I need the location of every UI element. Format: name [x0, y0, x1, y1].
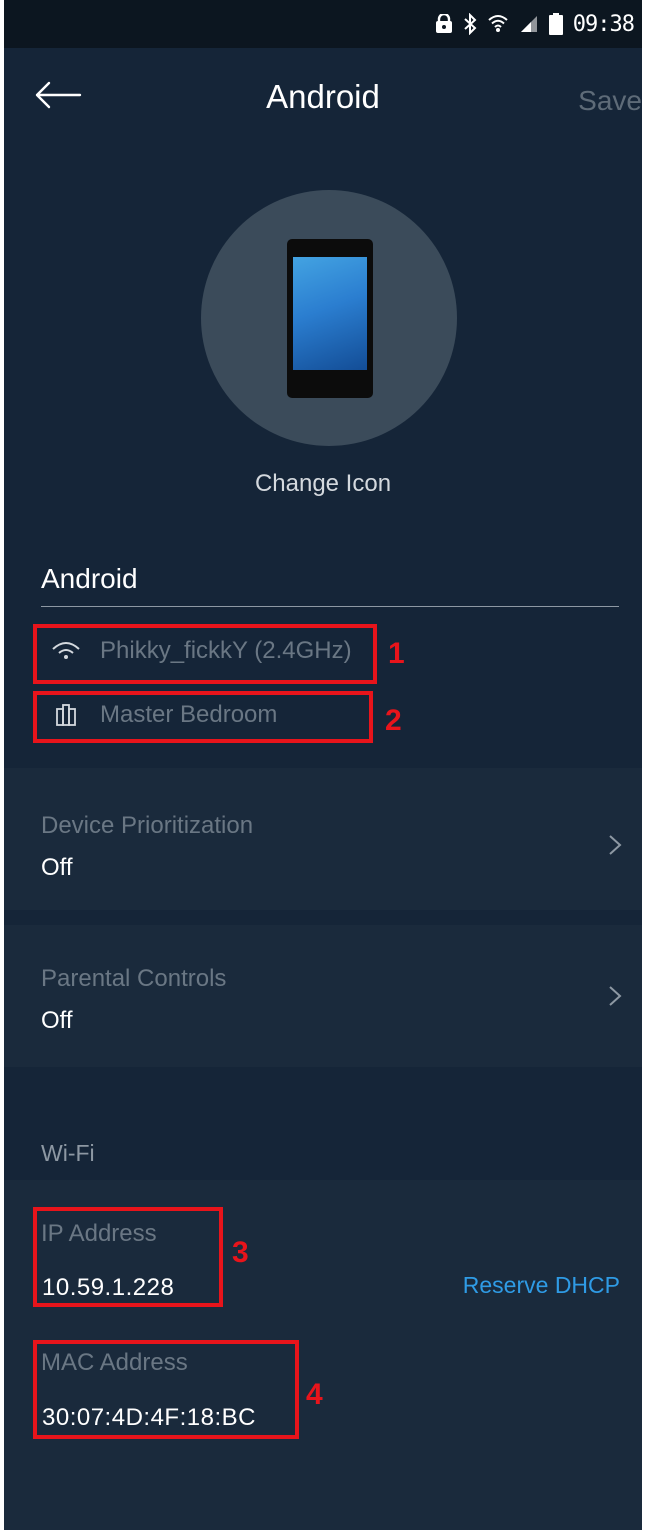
parental-controls-row[interactable]: Parental Controls Off [4, 925, 642, 1067]
device-prioritization-row[interactable]: Device Prioritization Off [4, 768, 642, 910]
page-title: Android [266, 78, 380, 115]
wifi-icon [487, 14, 509, 34]
annotation-box-4 [33, 1340, 299, 1439]
annotation-marker-2: 2 [385, 704, 402, 737]
setting-value: Off [41, 854, 73, 881]
save-button[interactable]: Save [578, 85, 642, 117]
annotation-box-1 [33, 624, 377, 684]
device-avatar[interactable] [201, 190, 457, 446]
phone-screen [293, 257, 367, 370]
setting-value: Off [41, 1007, 73, 1034]
annotation-marker-3: 3 [232, 1236, 249, 1269]
device-name-input[interactable]: Android [41, 555, 619, 607]
bluetooth-icon [463, 13, 477, 35]
lock-icon [435, 14, 453, 34]
setting-label: Device Prioritization [41, 812, 254, 839]
top-app-bar: Android Save [4, 48, 642, 153]
annotation-marker-1: 1 [388, 637, 405, 670]
setting-label: Parental Controls [41, 965, 227, 992]
annotation-box-2 [33, 691, 373, 743]
status-bar: 09:38 [4, 0, 642, 48]
app-screen: 09:38 Android Save Change Icon Android P… [4, 0, 642, 1530]
smartphone-icon [287, 239, 373, 398]
chevron-right-icon [608, 834, 622, 861]
status-time: 09:38 [572, 11, 635, 37]
signal-icon [519, 15, 539, 33]
chevron-right-icon [608, 985, 622, 1012]
reserve-dhcp-button[interactable]: Reserve DHCP [463, 1272, 620, 1299]
battery-icon [548, 13, 563, 35]
annotation-marker-4: 4 [306, 1378, 323, 1411]
annotation-box-3 [33, 1207, 223, 1307]
change-icon-link[interactable]: Change Icon [4, 470, 642, 498]
wifi-section-title: Wi-Fi [41, 1140, 95, 1166]
